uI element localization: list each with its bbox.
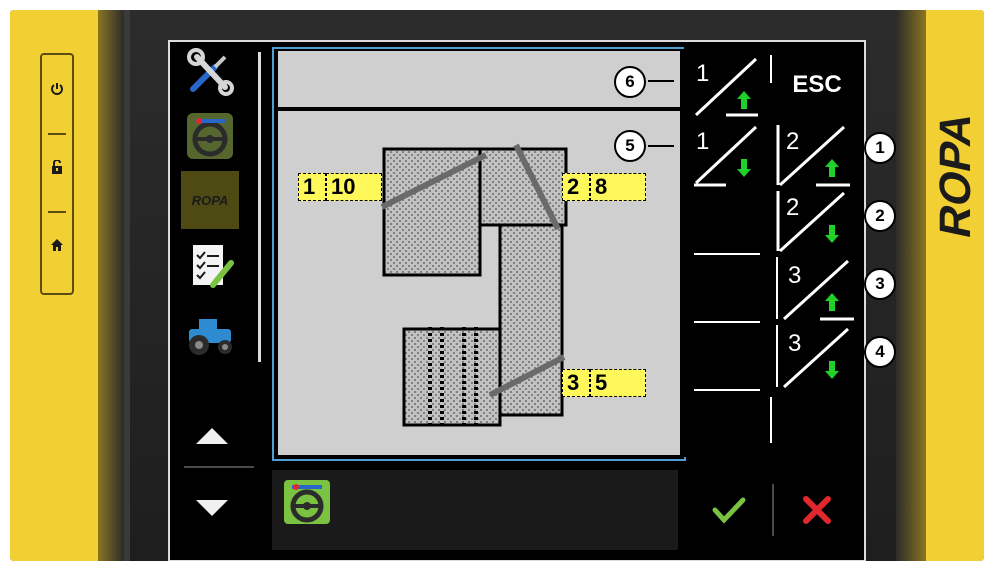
callout-3-line bbox=[836, 283, 866, 285]
action-divider bbox=[772, 484, 774, 536]
keypad-divider bbox=[776, 325, 778, 387]
callout-5: 5 bbox=[614, 130, 646, 162]
work-area: 1 10 2 8 3 5 bbox=[272, 47, 686, 461]
arrow-down-icon bbox=[825, 361, 839, 379]
key-2-up-graphic: 2 bbox=[776, 125, 850, 187]
callout-2: 2 bbox=[864, 200, 896, 232]
key-3-down-graphic: 3 bbox=[782, 327, 850, 389]
ropa-brand-logo: ROPA bbox=[932, 108, 980, 242]
display-screen: ROPA 1 10 2 8 3 5 ESC 1 1 2 2 3 3 bbox=[168, 40, 866, 561]
sidebar-scrollbar[interactable] bbox=[258, 52, 261, 362]
callout-4-line bbox=[836, 351, 866, 353]
steering-wheel-icon bbox=[284, 480, 330, 524]
checkmark-icon bbox=[712, 497, 746, 524]
arrow-down-icon bbox=[825, 225, 839, 243]
button-separator bbox=[48, 133, 66, 135]
key-2-down-num: 2 bbox=[786, 194, 799, 221]
confirm-button[interactable] bbox=[694, 480, 764, 540]
key-3-up-num: 3 bbox=[788, 262, 801, 289]
key-1-up-num: 1 bbox=[696, 60, 709, 87]
status-steering-button[interactable] bbox=[282, 478, 332, 531]
tractor-icon bbox=[189, 319, 232, 355]
key-2-down[interactable]: 2 bbox=[776, 189, 852, 258]
left-value-digit-2: 10 bbox=[326, 173, 382, 201]
key-3-down-num: 3 bbox=[788, 330, 801, 357]
ropa-logo-icon: ROPA bbox=[181, 171, 239, 229]
right-bottom-value-digit-2: 5 bbox=[590, 369, 646, 397]
sidebar-item-checklist[interactable] bbox=[178, 238, 242, 294]
machine-diagram: 1 10 2 8 3 5 bbox=[278, 111, 680, 455]
cancel-button[interactable] bbox=[782, 480, 852, 540]
callout-6: 6 bbox=[614, 66, 646, 98]
scroll-down-button[interactable] bbox=[182, 486, 242, 530]
esc-button[interactable]: ESC bbox=[780, 57, 854, 113]
key-3-up[interactable]: 3 bbox=[780, 257, 856, 326]
right-bottom-value-box[interactable]: 3 5 bbox=[562, 369, 646, 397]
sidebar-item-ropa[interactable]: ROPA bbox=[178, 171, 242, 229]
ropa-logo-text: ROPA bbox=[191, 192, 229, 208]
action-bar bbox=[684, 470, 860, 550]
key-1-down-num: 1 bbox=[696, 128, 709, 155]
callout-1: 1 bbox=[864, 132, 896, 164]
right-bottom-value-digit-1: 3 bbox=[562, 369, 590, 397]
keypad-divider bbox=[770, 397, 772, 443]
key-1-down[interactable]: 1 bbox=[692, 123, 760, 192]
tools-icon bbox=[187, 48, 234, 96]
device-frame: ROPA ROPA 1 10 2 8 3 5 ESC 1 1 2 2 3 3 bbox=[10, 10, 984, 561]
right-top-value-digit-1: 2 bbox=[562, 173, 590, 201]
key-1-up-graphic: 1 bbox=[694, 57, 758, 117]
keypad: ESC 1 1 2 2 3 3 bbox=[684, 47, 860, 457]
arrow-up-icon bbox=[825, 293, 839, 311]
brand-text: ROPA bbox=[932, 108, 980, 242]
keypad-divider bbox=[694, 389, 760, 391]
key-3-up-graphic: 3 bbox=[782, 259, 854, 321]
callout-1-line bbox=[836, 147, 866, 149]
button-separator bbox=[48, 211, 66, 213]
esc-label: ESC bbox=[792, 71, 842, 98]
unlock-button[interactable] bbox=[42, 147, 72, 187]
sidebar-item-tools[interactable] bbox=[178, 44, 242, 100]
left-value-box[interactable]: 1 10 bbox=[298, 173, 382, 201]
status-bar bbox=[272, 470, 678, 550]
conveyor-layout bbox=[380, 143, 568, 427]
arrow-up-icon bbox=[737, 91, 751, 109]
right-top-value-box[interactable]: 2 8 bbox=[562, 173, 646, 201]
checklist-icon bbox=[193, 245, 234, 288]
home-icon bbox=[51, 239, 63, 251]
keypad-divider bbox=[776, 257, 778, 319]
unlock-icon bbox=[52, 160, 62, 174]
keypad-divider bbox=[770, 55, 772, 83]
right-top-value-digit-2: 8 bbox=[590, 173, 646, 201]
keypad-divider bbox=[694, 321, 760, 323]
device-right-shade bbox=[896, 10, 926, 561]
arrow-down-icon bbox=[737, 159, 751, 177]
key-1-down-graphic: 1 bbox=[694, 125, 758, 187]
arrow-up-icon bbox=[825, 159, 839, 177]
left-value-digit-1: 1 bbox=[298, 173, 326, 201]
hardware-button-strip bbox=[40, 53, 74, 295]
key-2-up[interactable]: 2 bbox=[776, 123, 852, 192]
callout-3: 3 bbox=[864, 268, 896, 300]
steering-wheel-icon bbox=[187, 113, 233, 159]
cross-icon bbox=[803, 496, 831, 524]
sidebar-item-tractor[interactable] bbox=[178, 306, 242, 362]
sidebar-item-steering[interactable] bbox=[178, 108, 242, 164]
scroll-up-button[interactable] bbox=[182, 414, 242, 458]
device-left-shade bbox=[98, 10, 124, 561]
power-button[interactable] bbox=[42, 69, 72, 109]
callout-4: 4 bbox=[864, 336, 896, 368]
callout-6-line bbox=[648, 80, 674, 82]
triangle-down-icon bbox=[196, 500, 228, 516]
sidebar-divider bbox=[184, 466, 254, 468]
power-icon bbox=[51, 83, 63, 95]
home-button[interactable] bbox=[42, 225, 72, 265]
triangle-up-icon bbox=[196, 428, 228, 444]
callout-5-line bbox=[648, 145, 674, 147]
keypad-divider bbox=[694, 253, 760, 255]
callout-2-line bbox=[836, 215, 866, 217]
key-2-down-graphic: 2 bbox=[776, 191, 846, 253]
key-1-up[interactable]: 1 bbox=[692, 55, 760, 124]
key-3-down[interactable]: 3 bbox=[780, 325, 856, 394]
key-2-up-num: 2 bbox=[786, 128, 799, 155]
